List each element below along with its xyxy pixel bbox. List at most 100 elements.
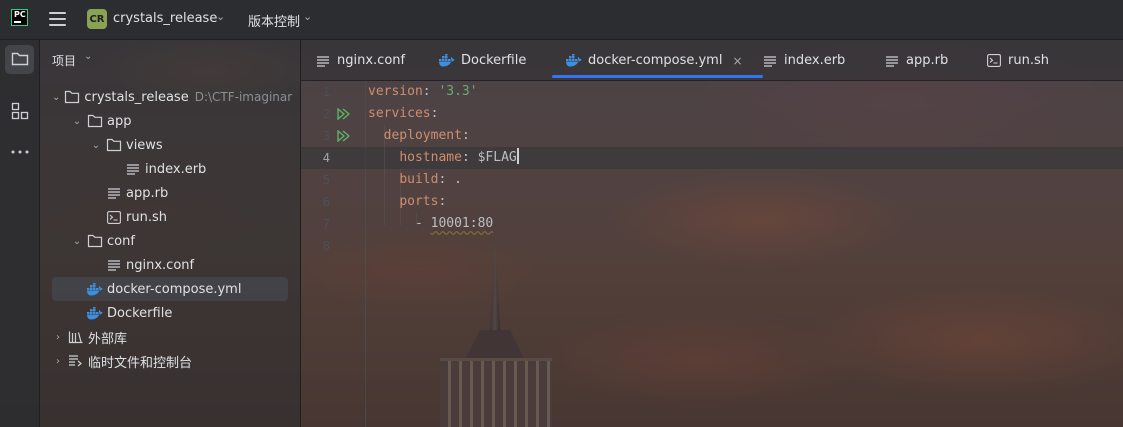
- tree-item[interactable]: › 临时文件和控制台: [52, 349, 288, 373]
- tree-item[interactable]: run.sh: [52, 205, 288, 229]
- text-file-icon: [127, 164, 139, 175]
- chevron-down-icon[interactable]: ⌄: [71, 236, 83, 247]
- project-path: D:\CTF-imaginar: [194, 90, 293, 104]
- yaml-separator: :: [430, 106, 439, 121]
- docker-icon: [87, 282, 103, 296]
- code-line[interactable]: 3 deployment:: [301, 125, 1123, 147]
- tree-item[interactable]: ⌄ app: [52, 109, 288, 133]
- run-icon[interactable]: [337, 108, 350, 120]
- tree-item[interactable]: ⌄ crystals_release D:\CTF-imaginar: [52, 85, 292, 109]
- main-menu-icon[interactable]: [49, 12, 66, 26]
- tree-item[interactable]: ⌄ views: [52, 133, 288, 157]
- editor-tab[interactable]: app.rb: [884, 40, 948, 81]
- yaml-value: $FLAG: [477, 150, 517, 165]
- tree-item-label: 临时文件和控制台: [88, 355, 193, 371]
- code-line[interactable]: 5 build: .: [301, 169, 1123, 191]
- tree-item[interactable]: index.erb: [52, 157, 288, 181]
- project-name[interactable]: crystals_release: [113, 11, 217, 26]
- tab-label: app.rb: [906, 53, 949, 68]
- text-file-icon: [108, 260, 120, 271]
- code-line[interactable]: 2 services:: [301, 103, 1123, 125]
- text-caret: [516, 148, 519, 164]
- editor-tab[interactable]: Dockerfile: [439, 40, 526, 81]
- tree-item-label: index.erb: [145, 161, 207, 177]
- docker-icon: [439, 54, 455, 67]
- editor-tab[interactable]: docker-compose.yml ×: [552, 40, 763, 81]
- tree-item-label: docker-compose.yml: [107, 281, 242, 297]
- code-line[interactable]: 4 hostname: $FLAG: [301, 147, 1123, 169]
- vcs-menu[interactable]: 版本控制: [248, 11, 300, 30]
- terminal-file-icon: [987, 54, 1001, 67]
- editor-tab[interactable]: nginx.conf: [315, 40, 405, 81]
- line-number: 4: [322, 151, 330, 165]
- tree-item[interactable]: ⌄ conf: [52, 229, 288, 253]
- yaml-key: ports: [399, 194, 439, 209]
- folder-icon: [87, 234, 103, 248]
- project-badge[interactable]: CR: [87, 9, 107, 29]
- pycharm-logo-icon: PC: [11, 9, 28, 26]
- project-tool-button[interactable]: [5, 45, 34, 74]
- line-number: 7: [322, 217, 330, 231]
- text-file-icon: [886, 55, 898, 67]
- yaml-dash: -: [414, 216, 431, 231]
- tree-item[interactable]: › 外部库: [52, 325, 288, 349]
- editor-tab[interactable]: index.erb: [762, 40, 845, 81]
- chevron-down-icon[interactable]: ⌄: [90, 140, 102, 151]
- chevron-right-icon[interactable]: ›: [52, 332, 64, 343]
- structure-tool-button[interactable]: [5, 96, 34, 125]
- yaml-separator: :: [461, 128, 470, 143]
- tree-item-label: 外部库: [88, 331, 128, 347]
- code-editor[interactable]: 1 version: '3.3' 2 services: 3 deployment: 4 …: [301, 81, 1123, 427]
- tree-item[interactable]: app.rb: [52, 181, 288, 205]
- yaml-separator: :: [422, 84, 439, 99]
- text-file-icon: [317, 55, 329, 67]
- more-icon: [11, 150, 29, 154]
- tab-label: Dockerfile: [461, 53, 527, 68]
- tab-label: run.sh: [1008, 53, 1049, 68]
- project-panel: 项目 ⌄ ⌄ crystals_release D:\CTF-imaginar ⌄ ap…: [40, 40, 301, 427]
- tab-label: index.erb: [784, 53, 846, 68]
- yaml-string: '3.3': [438, 84, 478, 99]
- chevron-right-icon[interactable]: ›: [52, 356, 64, 367]
- text-file-icon: [764, 55, 776, 67]
- yaml-value: 10001:80: [430, 216, 494, 231]
- line-number: 6: [322, 195, 330, 209]
- line-number: 1: [322, 85, 330, 99]
- tab-label: docker-compose.yml: [588, 53, 723, 68]
- panel-title: 项目: [52, 54, 77, 68]
- yaml-key: version: [368, 84, 423, 99]
- title-bar: PC CR crystals_release ⌄ 版本控制 ⌄: [0, 0, 1123, 40]
- line-number: 8: [322, 239, 330, 253]
- chevron-down-icon[interactable]: ⌄: [84, 51, 92, 62]
- chevron-down-icon[interactable]: ⌄: [216, 10, 225, 23]
- tool-window-strip: [0, 40, 40, 427]
- editor-tab-bar: nginx.conf Dockerfile docker-compose.yml × i…: [301, 40, 1123, 81]
- tree-item-label: run.sh: [126, 209, 167, 225]
- tree-item[interactable]: Dockerfile: [52, 301, 288, 325]
- chevron-down-icon[interactable]: ⌄: [303, 10, 312, 23]
- yaml-key: services: [368, 106, 431, 121]
- close-icon[interactable]: ×: [732, 54, 742, 68]
- chevron-down-icon[interactable]: ⌄: [52, 92, 60, 103]
- tree-item-label: nginx.conf: [126, 257, 195, 273]
- code-line[interactable]: 7 - 10001:80: [301, 213, 1123, 235]
- code-line[interactable]: 8: [301, 235, 1123, 257]
- tree-item[interactable]: docker-compose.yml: [52, 277, 288, 301]
- more-tools-button[interactable]: [5, 137, 34, 166]
- code-line[interactable]: 6 ports:: [301, 191, 1123, 213]
- tree-item-label: views: [126, 137, 163, 153]
- tree-item-label: Dockerfile: [107, 305, 173, 321]
- docker-icon: [566, 54, 582, 67]
- chevron-down-icon[interactable]: ⌄: [71, 116, 83, 127]
- folder-icon: [11, 52, 29, 66]
- code-line[interactable]: 1 version: '3.3': [301, 81, 1123, 103]
- run-icon[interactable]: [337, 130, 350, 142]
- line-number: 3: [322, 129, 330, 143]
- folder-icon: [106, 138, 122, 152]
- tree-item[interactable]: nginx.conf: [52, 253, 288, 277]
- tab-label: nginx.conf: [337, 53, 406, 68]
- editor-tab[interactable]: run.sh: [986, 40, 1049, 81]
